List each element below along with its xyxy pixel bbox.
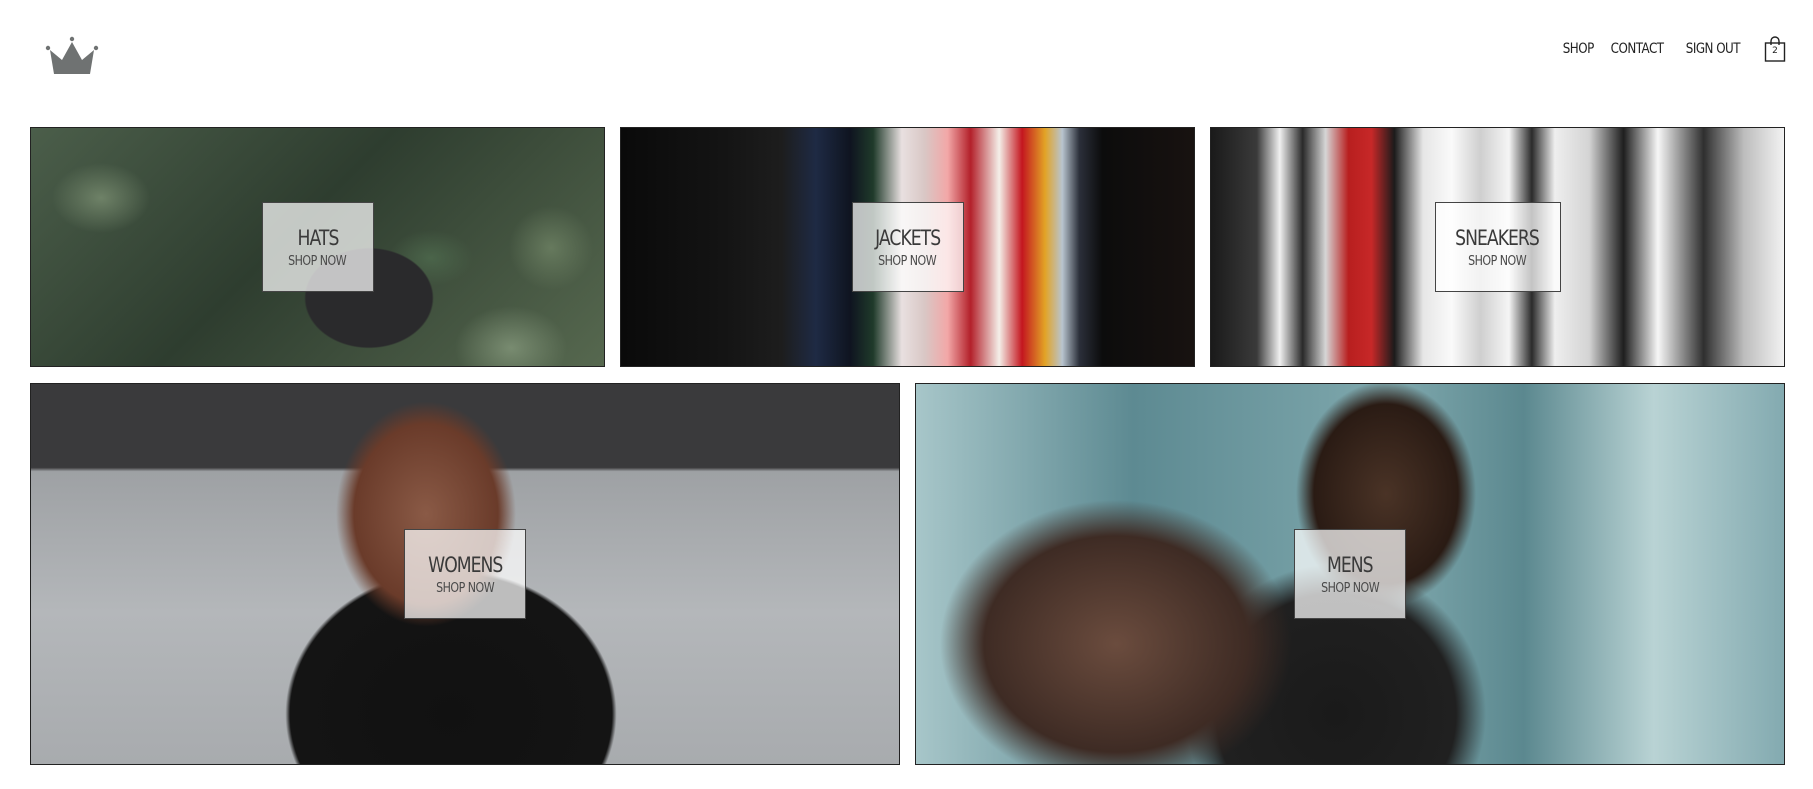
directory-item-hats[interactable]: HATS SHOP NOW: [30, 127, 605, 367]
cart-button[interactable]: 2: [1763, 35, 1787, 63]
directory-item-label[interactable]: MENS SHOP NOW: [1294, 529, 1406, 619]
directory-item-title: MENS: [1327, 552, 1374, 577]
directory-item-mens[interactable]: MENS SHOP NOW: [915, 383, 1785, 765]
directory-item-womens[interactable]: WOMENS SHOP NOW: [30, 383, 900, 765]
nav-shop-link[interactable]: SHOP: [1562, 41, 1594, 57]
directory-item-title: SNEAKERS: [1455, 225, 1541, 250]
directory-item-subtitle: SHOP NOW: [435, 580, 495, 596]
header: SHOP CONTACT SIGN OUT 2: [0, 0, 1813, 110]
nav-contact-link[interactable]: CONTACT: [1611, 41, 1664, 57]
directory-item-subtitle: SHOP NOW: [1320, 580, 1380, 596]
directory-item-label[interactable]: SNEAKERS SHOP NOW: [1434, 202, 1561, 292]
directory-item-title: HATS: [297, 225, 339, 250]
directory-item-label[interactable]: WOMENS SHOP NOW: [404, 529, 526, 619]
directory-item-label[interactable]: HATS SHOP NOW: [261, 202, 374, 292]
directory-item-title: JACKETS: [874, 225, 941, 250]
cart-count: 2: [1772, 46, 1778, 56]
directory-item-subtitle: SHOP NOW: [288, 253, 347, 269]
nav-menu: SHOP CONTACT SIGN OUT 2: [1560, 34, 1788, 64]
directory-item-subtitle: SHOP NOW: [1468, 253, 1527, 269]
directory-item-label[interactable]: JACKETS SHOP NOW: [851, 202, 964, 292]
nav-sign-out-link[interactable]: SIGN OUT: [1686, 41, 1741, 57]
crown-logo-icon[interactable]: [44, 34, 100, 78]
directory-item-subtitle: SHOP NOW: [878, 253, 937, 269]
directory-item-jackets[interactable]: JACKETS SHOP NOW: [620, 127, 1195, 367]
directory-item-sneakers[interactable]: SNEAKERS SHOP NOW: [1210, 127, 1785, 367]
directory-item-title: WOMENS: [427, 552, 503, 577]
